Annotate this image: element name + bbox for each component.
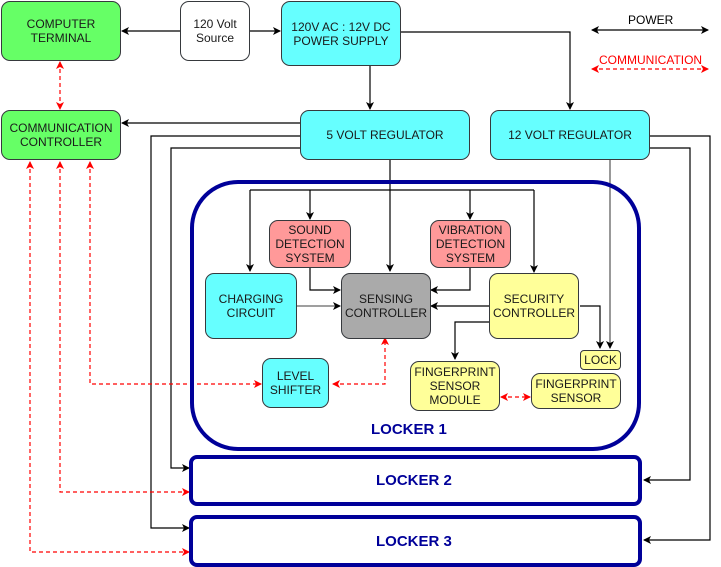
vibration-detection-system[interactable]: VIBRATION DETECTION SYSTEM xyxy=(430,220,511,268)
power-supply[interactable]: 120V AC : 12V DC POWER SUPPLY xyxy=(281,1,401,66)
line-12v-locker2 xyxy=(643,147,691,484)
locker-1-label: LOCKER 1 xyxy=(371,421,447,438)
charging-circuit[interactable]: CHARGING CIRCUIT xyxy=(205,273,297,339)
locker-2-label: LOCKER 2 xyxy=(376,472,452,489)
communication-controller[interactable]: COMMUNICATION CONTROLLER xyxy=(1,110,121,160)
fingerprint-sensor[interactable]: FINGERPRINT SENSOR xyxy=(531,373,621,409)
computer-terminal[interactable]: COMPUTER TERMINAL xyxy=(1,1,121,61)
legend-communication-label: COMMUNICATION xyxy=(599,53,703,67)
lock[interactable]: LOCK xyxy=(580,350,621,370)
comm-controller-locker3 xyxy=(26,161,190,556)
line-psu-12v xyxy=(400,31,574,110)
security-controller[interactable]: SECURITY CONTROLLER xyxy=(489,273,579,339)
sound-detection-system[interactable]: SOUND DETECTION SYSTEM xyxy=(269,220,351,268)
fingerprint-sensor-module[interactable]: FINGERPRINT SENSOR MODULE xyxy=(410,361,500,411)
regulator-12v[interactable]: 12 VOLT REGULATOR xyxy=(490,110,650,160)
regulator-5v[interactable]: 5 VOLT REGULATOR xyxy=(300,110,470,160)
legend-power-label: POWER xyxy=(628,13,674,27)
volt-source[interactable]: 120 Volt Source xyxy=(180,1,250,61)
comm-controller-locker2 xyxy=(56,161,190,496)
sensing-controller[interactable]: SENSING CONTROLLER xyxy=(341,273,431,339)
level-shifter[interactable]: LEVEL SHIFTER xyxy=(262,358,329,408)
locker-3-label: LOCKER 3 xyxy=(376,533,452,550)
